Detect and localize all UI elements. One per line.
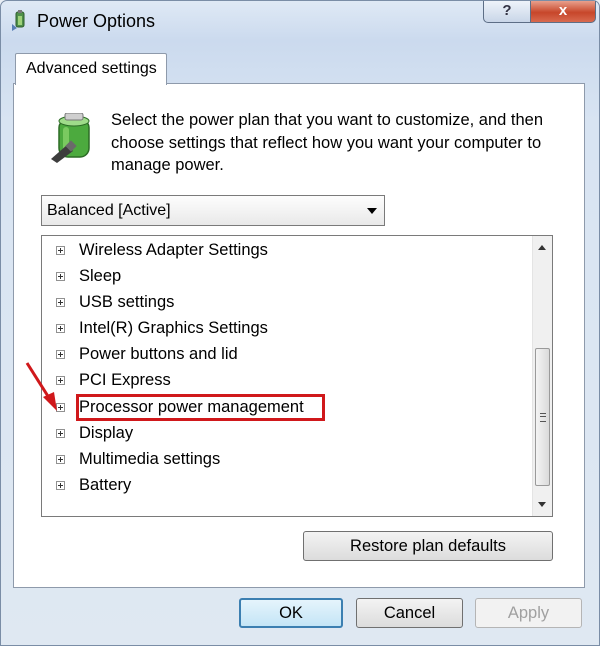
apply-button[interactable]: Apply <box>475 598 582 628</box>
power-plan-select[interactable]: Balanced [Active] <box>41 195 385 226</box>
power-options-icon <box>12 10 25 31</box>
title-bar[interactable]: Power Options ? x <box>1 1 599 41</box>
tree-item-label: USB settings <box>79 293 175 311</box>
expand-icon[interactable] <box>56 324 65 333</box>
expand-icon[interactable] <box>56 298 65 307</box>
close-button[interactable]: x <box>530 1 596 23</box>
tree-item-usb[interactable]: USB settings <box>42 290 522 316</box>
expand-icon[interactable] <box>56 350 65 359</box>
tree-item-label: PCI Express <box>79 371 171 389</box>
expand-icon[interactable] <box>56 429 65 438</box>
dropdown-arrow-icon[interactable] <box>367 208 377 214</box>
tree-item-label: Wireless Adapter Settings <box>79 241 268 259</box>
help-button[interactable]: ? <box>483 1 531 23</box>
scroll-thumb[interactable] <box>535 348 550 486</box>
power-plan-value: Balanced [Active] <box>47 202 171 219</box>
expand-icon[interactable] <box>56 455 65 464</box>
tree-item-label: Multimedia settings <box>79 450 221 468</box>
expand-icon[interactable] <box>56 246 65 255</box>
ok-button[interactable]: OK <box>239 598 343 628</box>
expand-icon[interactable] <box>56 272 65 281</box>
highlight-annotation <box>76 394 325 421</box>
description-text: Select the power plan that you want to c… <box>111 111 544 174</box>
tree-item-label: Power buttons and lid <box>79 345 238 363</box>
tree-item-label: Battery <box>79 476 132 494</box>
tree-item-power-buttons[interactable]: Power buttons and lid <box>42 342 522 368</box>
tree-item-pci-express[interactable]: PCI Express <box>42 368 522 394</box>
settings-tree[interactable]: Wireless Adapter Settings Sleep USB sett… <box>41 235 553 517</box>
grip-icon <box>540 413 546 422</box>
tree-item-display[interactable]: Display <box>42 421 522 447</box>
red-arrow-icon <box>25 362 57 411</box>
tree-item-wireless-adapter[interactable]: Wireless Adapter Settings <box>42 238 522 264</box>
expand-icon[interactable] <box>56 481 65 490</box>
tree-item-multimedia[interactable]: Multimedia settings <box>42 447 522 473</box>
tree-item-label: Intel(R) Graphics Settings <box>79 319 268 337</box>
cancel-button[interactable]: Cancel <box>356 598 463 628</box>
power-options-window: Power Options ? x Advanced settings Sele… <box>0 0 600 646</box>
scroll-down-icon[interactable] <box>538 502 546 507</box>
vertical-scrollbar[interactable] <box>532 236 552 516</box>
tree-item-intel-graphics[interactable]: Intel(R) Graphics Settings <box>42 316 522 342</box>
window-title: Power Options <box>37 11 156 31</box>
tree-item-battery[interactable]: Battery <box>42 473 522 499</box>
tree-item-label: Sleep <box>79 267 122 285</box>
tree-item-sleep[interactable]: Sleep <box>42 264 522 290</box>
tab-advanced-settings[interactable]: Advanced settings <box>15 53 167 85</box>
restore-plan-defaults-button[interactable]: Restore plan defaults <box>303 531 553 561</box>
scroll-up-icon[interactable] <box>538 245 546 250</box>
battery-plug-icon <box>51 113 90 163</box>
tree-item-label: Display <box>79 424 134 442</box>
